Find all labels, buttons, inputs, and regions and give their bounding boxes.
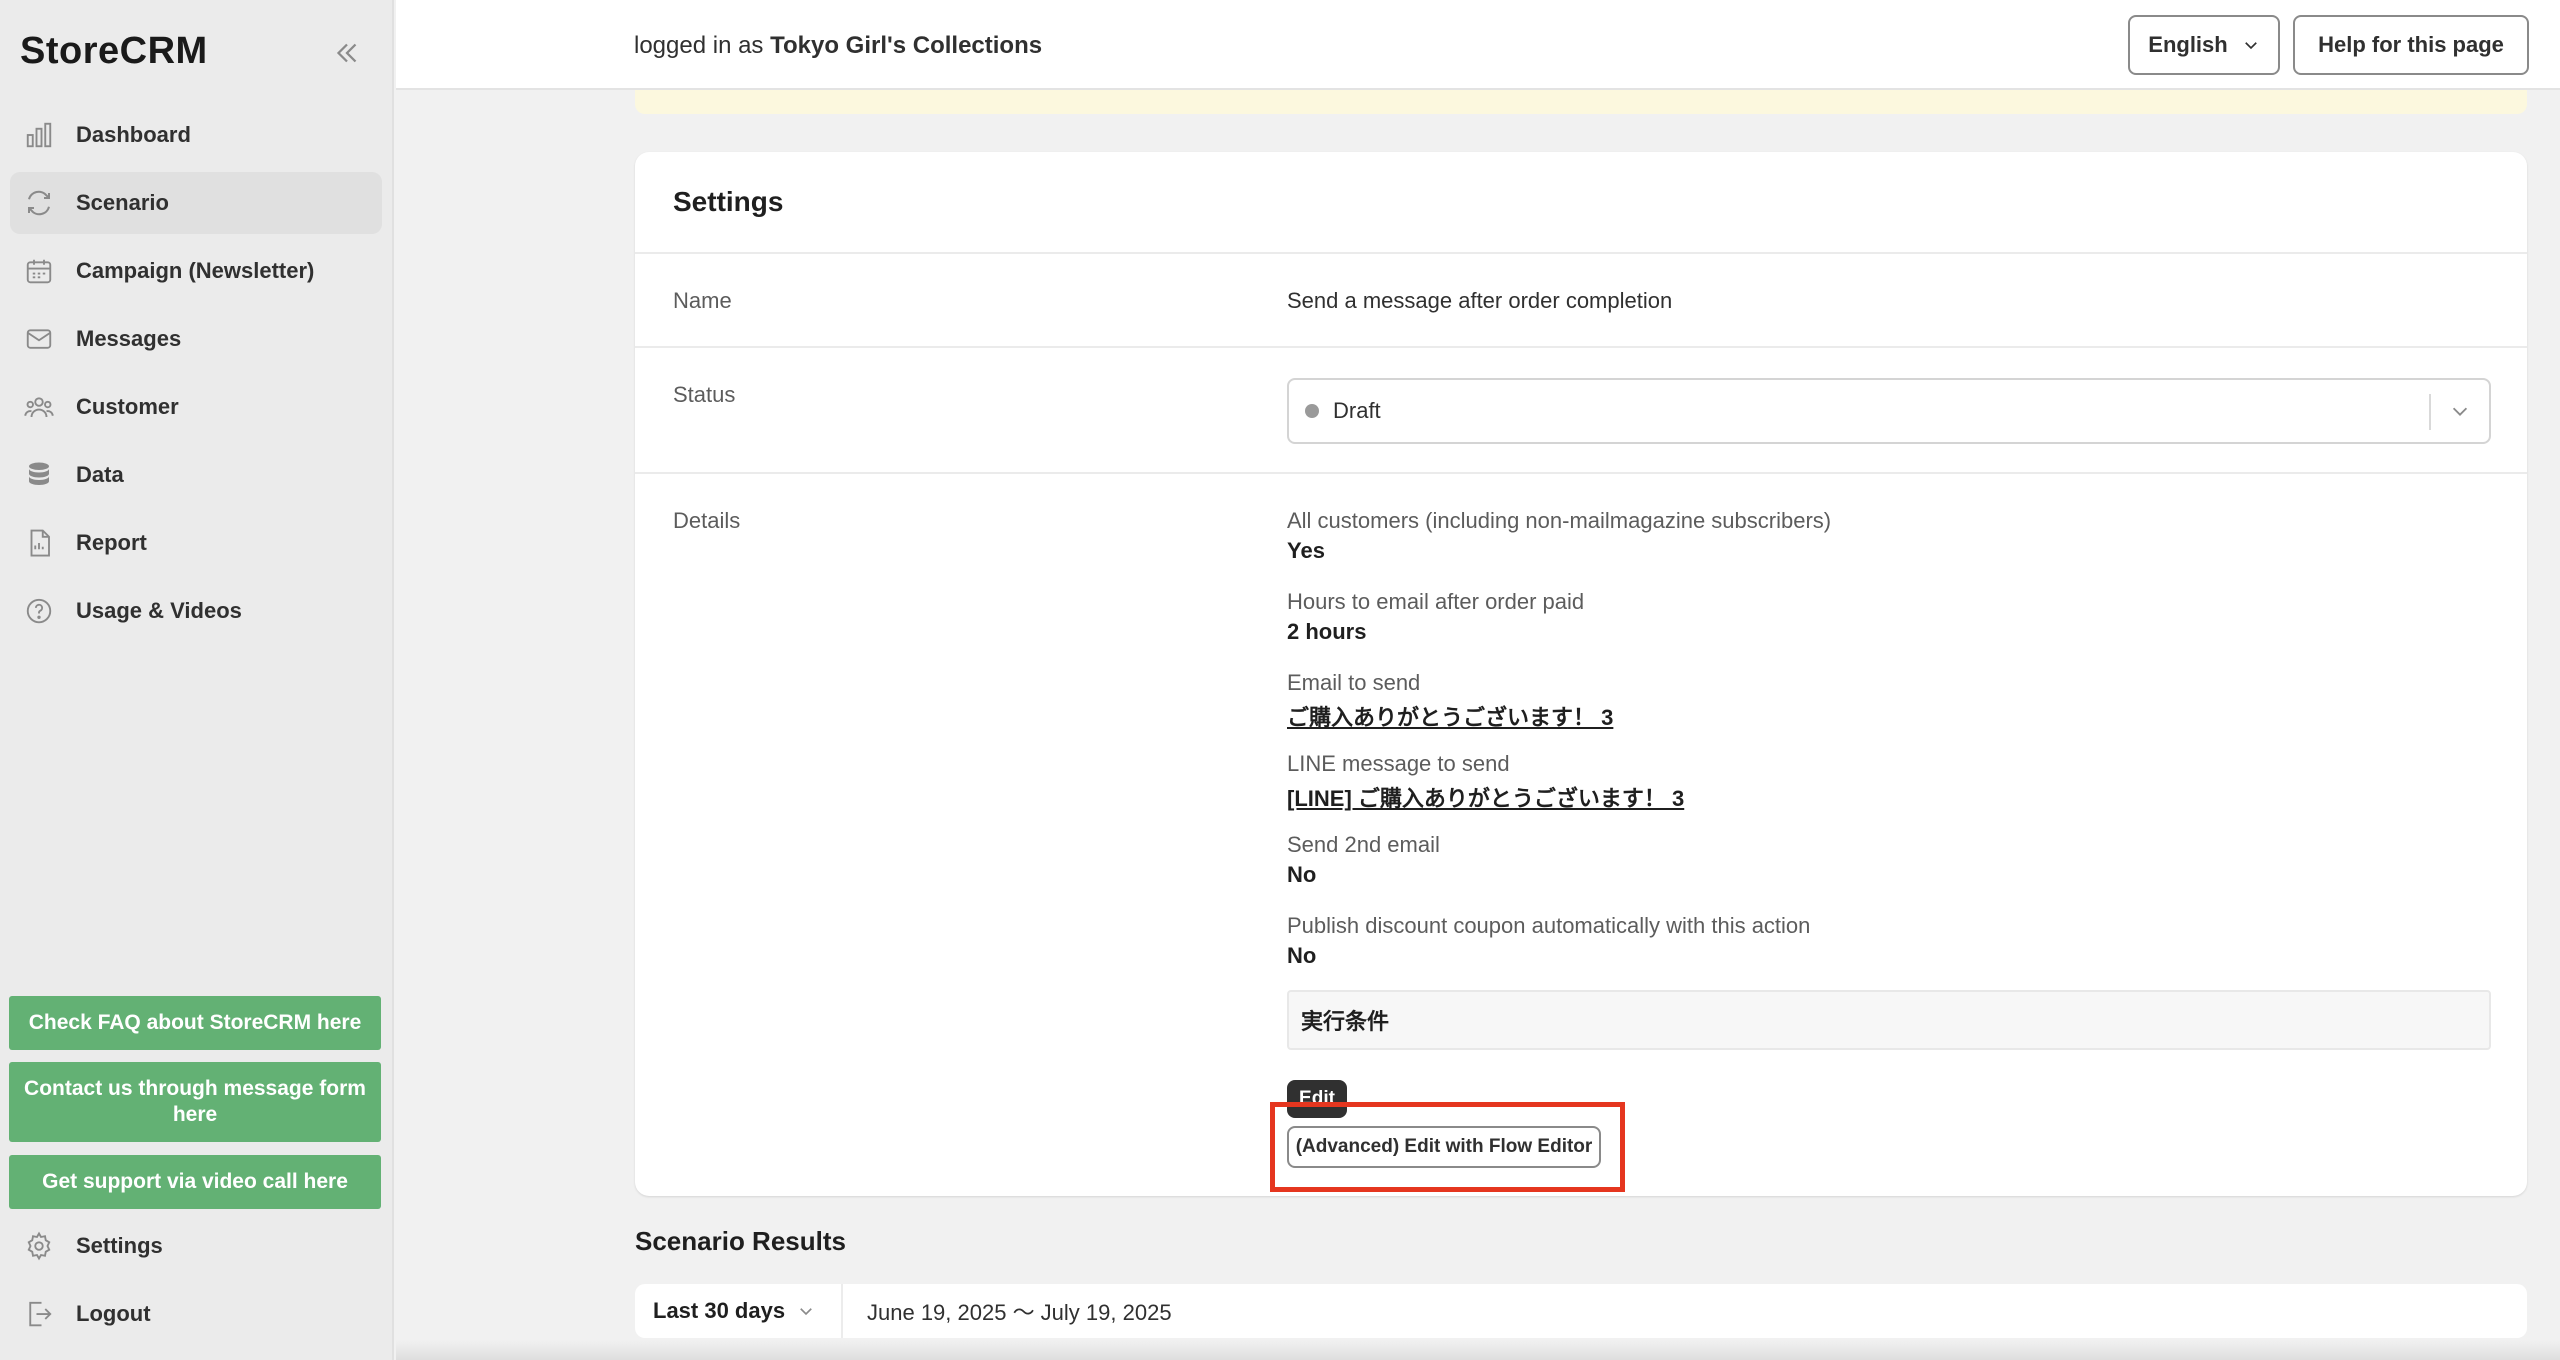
calendar-icon xyxy=(22,254,56,288)
detail-item: Hours to email after order paid 2 hours xyxy=(1287,589,1584,653)
divider xyxy=(635,346,2527,348)
name-value: Send a message after order completion xyxy=(1287,288,1673,313)
mail-icon xyxy=(22,322,56,356)
store-name: Tokyo Girl's Collections xyxy=(770,32,1043,59)
sidebar-item-dashboard[interactable]: Dashboard xyxy=(10,104,382,166)
detail-label: Hours to email after order paid xyxy=(1287,589,1585,614)
contact-form-link-button[interactable]: Contact us through message form here xyxy=(9,1062,381,1142)
date-range-label: Last 30 days xyxy=(653,1298,786,1323)
execution-condition-box: 実行条件 xyxy=(1287,990,2491,1050)
detail-item: All customers (including non-mailmagazin… xyxy=(1287,508,1831,572)
sidebar-item-report[interactable]: Report xyxy=(10,512,382,574)
line-message-link[interactable]: [LINE] ご購入ありがとうございます！ 3 xyxy=(1287,781,1684,815)
bottom-shade xyxy=(396,1340,2560,1360)
people-icon xyxy=(22,390,56,424)
status-label: Status xyxy=(673,382,736,407)
chevron-down-icon xyxy=(2244,42,2257,50)
date-range-select[interactable]: Last 30 days xyxy=(635,1284,843,1338)
language-select[interactable]: English xyxy=(2128,15,2280,75)
settings-title: Settings xyxy=(673,186,784,217)
help-circle-icon xyxy=(22,594,56,628)
language-label: English xyxy=(2148,32,2228,57)
detail-value: No xyxy=(1287,862,1317,887)
sidebar-item-customer[interactable]: Customer xyxy=(10,376,382,438)
collapse-sidebar-icon[interactable] xyxy=(330,36,364,70)
help-button[interactable]: Help for this page xyxy=(2293,15,2529,75)
sidebar-item-label: Messages xyxy=(76,326,182,351)
sidebar-item-label: Customer xyxy=(76,394,179,419)
detail-item: Send 2nd email No xyxy=(1287,832,1440,896)
detail-label: Send 2nd email xyxy=(1287,832,1440,857)
detail-label: Email to send xyxy=(1287,670,1421,695)
sidebar-item-messages[interactable]: Messages xyxy=(10,308,382,370)
database-icon xyxy=(22,458,56,492)
detail-value: 2 hours xyxy=(1287,619,1367,644)
gear-icon xyxy=(22,1229,56,1263)
detail-value: Yes xyxy=(1287,538,1325,563)
bar-chart-icon xyxy=(22,118,56,152)
sidebar: StoreCRM Dashboard Scenario Campaign (Ne… xyxy=(0,0,394,1360)
sidebar-nav: Dashboard Scenario Campaign (Newsletter)… xyxy=(10,104,382,648)
sidebar-item-label: Data xyxy=(76,462,124,487)
date-range-bar: Last 30 days June 19, 2025 〜 July 19, 20… xyxy=(635,1284,2527,1338)
sidebar-item-label: Usage & Videos xyxy=(76,598,242,623)
highlight-box xyxy=(1270,1102,1625,1192)
sidebar-item-label: Campaign (Newsletter) xyxy=(76,258,315,283)
sidebar-item-campaign[interactable]: Campaign (Newsletter) xyxy=(10,240,382,302)
status-select[interactable]: Draft xyxy=(1287,378,2491,444)
select-separator xyxy=(2429,394,2431,430)
logged-in-prefix: logged in as xyxy=(634,32,771,59)
detail-label: LINE message to send xyxy=(1287,751,1510,776)
email-link[interactable]: ご購入ありがとうございます！ 3 xyxy=(1287,700,1613,734)
scenario-results-title: Scenario Results xyxy=(635,1226,846,1256)
sidebar-bottom-nav: Settings Logout xyxy=(10,1215,382,1351)
details-label: Details xyxy=(673,508,741,533)
document-icon xyxy=(22,526,56,560)
sidebar-item-label: Settings xyxy=(76,1233,163,1258)
sidebar-item-logout[interactable]: Logout xyxy=(10,1283,382,1345)
detail-label: All customers (including non-mailmagazin… xyxy=(1287,508,1832,533)
status-value: Draft xyxy=(1333,398,1381,423)
logged-in-text: logged in as Tokyo Girl's Collections xyxy=(634,32,1042,60)
detail-label: Publish discount coupon automatically wi… xyxy=(1287,913,1811,938)
detail-value: No xyxy=(1287,943,1317,968)
sidebar-item-settings[interactable]: Settings xyxy=(10,1215,382,1277)
chevron-down-icon xyxy=(800,1308,812,1316)
divider xyxy=(635,472,2527,474)
brand-logo: StoreCRM xyxy=(20,30,208,72)
sidebar-item-label: Scenario xyxy=(76,190,169,215)
detail-item: LINE message to send [LINE] ご購入ありがとうございま… xyxy=(1287,751,1684,815)
refresh-icon xyxy=(22,186,56,220)
sidebar-item-scenario[interactable]: Scenario xyxy=(10,172,382,234)
sidebar-item-usage-videos[interactable]: Usage & Videos xyxy=(10,580,382,642)
faq-link-button[interactable]: Check FAQ about StoreCRM here xyxy=(9,996,381,1050)
sidebar-item-data[interactable]: Data xyxy=(10,444,382,506)
sidebar-item-label: Dashboard xyxy=(76,122,191,147)
settings-card: Settings Name Send a message after order… xyxy=(635,152,2527,1196)
date-range-text: June 19, 2025 〜 July 19, 2025 xyxy=(867,1300,1172,1325)
chevron-down-icon[interactable] xyxy=(2449,400,2471,422)
video-support-link-button[interactable]: Get support via video call here xyxy=(9,1155,381,1209)
name-label: Name xyxy=(673,288,732,313)
top-bar: logged in as Tokyo Girl's Collections En… xyxy=(396,0,2560,90)
logout-icon xyxy=(22,1297,56,1331)
detail-item: Email to send ご購入ありがとうございます！ 3 xyxy=(1287,670,1613,734)
divider xyxy=(635,252,2527,254)
notice-banner xyxy=(635,90,2527,114)
sidebar-item-label: Logout xyxy=(76,1301,151,1326)
detail-item: Publish discount coupon automatically wi… xyxy=(1287,913,1810,977)
status-dot xyxy=(1305,404,1319,418)
sidebar-item-label: Report xyxy=(76,530,147,555)
